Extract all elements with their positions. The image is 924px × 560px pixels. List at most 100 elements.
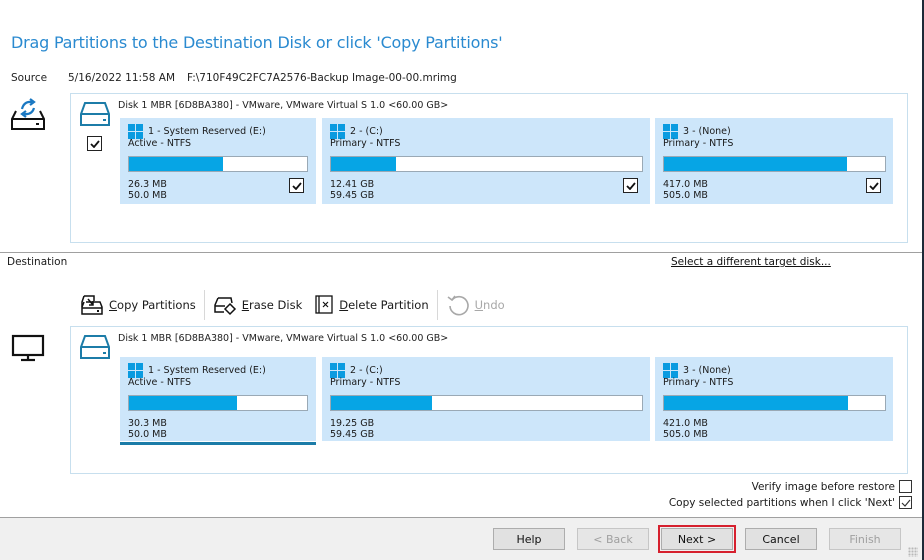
toolbar-separator xyxy=(203,290,205,320)
source-label: Source xyxy=(11,72,48,84)
check-icon xyxy=(901,499,910,507)
partition-checkbox[interactable] xyxy=(623,178,638,193)
verify-image-label: Verify image before restore xyxy=(751,480,895,493)
source-partition-1[interactable]: 1 - System Reserved (E:) Active - NTFS 2… xyxy=(120,118,316,204)
partition-name: 3 - (None) xyxy=(683,365,731,376)
destination-disk-panel: Disk 1 MBR [6D8BA380] - VMware, VMware V… xyxy=(70,326,908,474)
erase-disk-label: Erase Disk xyxy=(241,298,303,312)
partition-total: 59.45 GB xyxy=(330,190,375,201)
windows-icon xyxy=(330,124,345,139)
source-disk-header: Disk 1 MBR [6D8BA380] - VMware, VMware V… xyxy=(118,100,449,111)
windows-icon xyxy=(128,363,143,378)
destination-partition-2[interactable]: 2 - (C:) Primary - NTFS 19.25 GB 59.45 GB xyxy=(322,357,650,441)
partition-checkbox[interactable] xyxy=(866,178,881,193)
hard-disk-icon xyxy=(79,100,111,131)
destination-disk-header: Disk 1 MBR [6D8BA380] - VMware, VMware V… xyxy=(118,333,449,344)
check-icon xyxy=(625,181,636,190)
finish-button[interactable]: Finish xyxy=(829,528,901,550)
delete-partition-button[interactable]: Delete Partition xyxy=(308,289,434,321)
usage-fill xyxy=(664,396,849,410)
delete-partition-icon xyxy=(315,295,333,314)
usage-fill xyxy=(129,157,223,171)
windows-icon xyxy=(330,363,345,378)
restore-image-icon xyxy=(10,97,46,134)
partition-usage-bar xyxy=(128,156,308,172)
partition-total: 505.0 MB xyxy=(663,429,708,440)
destination-partition-1[interactable]: 1 - System Reserved (E:) Active - NTFS 3… xyxy=(120,357,316,445)
next-button[interactable]: Next > xyxy=(658,525,736,553)
usage-fill xyxy=(664,157,847,171)
destination-partition-3[interactable]: 3 - (None) Primary - NTFS 421.0 MB 505.0 … xyxy=(655,357,893,441)
copy-selected-checkbox[interactable] xyxy=(899,496,912,509)
windows-icon xyxy=(663,124,678,139)
check-icon xyxy=(89,139,100,148)
source-datetime: 5/16/2022 11:58 AM xyxy=(68,72,176,84)
help-button[interactable]: Help xyxy=(493,528,565,550)
usage-fill xyxy=(331,157,396,171)
verify-image-checkbox[interactable] xyxy=(899,480,912,493)
section-divider xyxy=(0,252,922,253)
source-path: F:\710F49C2FC7A2576-Backup Image-00-00.m… xyxy=(187,72,457,84)
partition-checkbox[interactable] xyxy=(289,178,304,193)
back-button[interactable]: < Back xyxy=(577,528,649,550)
windows-icon xyxy=(128,124,143,139)
partition-used: 417.0 MB xyxy=(663,179,708,190)
wizard-footer: Help < Back Next > Cancel Finish xyxy=(0,517,922,560)
partition-usage-bar xyxy=(330,395,643,411)
partition-used: 30.3 MB xyxy=(128,418,167,429)
cancel-button[interactable]: Cancel xyxy=(745,528,817,550)
destination-toolbar: Copy Partitions Erase Disk Delete Partit… xyxy=(74,289,511,321)
verify-image-option: Verify image before restore xyxy=(752,480,912,493)
undo-icon xyxy=(447,295,469,316)
undo-button[interactable]: Undo xyxy=(440,289,511,321)
usage-fill xyxy=(129,396,237,410)
partition-type: Primary - NTFS xyxy=(330,377,401,388)
copy-partitions-icon xyxy=(81,295,103,315)
delete-partition-label: Delete Partition xyxy=(339,298,429,312)
source-disk-checkbox[interactable] xyxy=(87,136,102,151)
partition-type: Primary - NTFS xyxy=(663,377,734,388)
partition-type: Primary - NTFS xyxy=(330,138,401,149)
partition-usage-bar xyxy=(128,395,308,411)
erase-disk-button[interactable]: Erase Disk xyxy=(207,289,308,321)
check-icon xyxy=(291,181,302,190)
partition-usage-bar xyxy=(663,156,886,172)
source-disk-panel: Disk 1 MBR [6D8BA380] - VMware, VMware V… xyxy=(70,93,908,243)
computer-monitor-icon xyxy=(11,334,45,365)
partition-used: 19.25 GB xyxy=(330,418,375,429)
usage-fill xyxy=(331,396,432,410)
partition-name: 1 - System Reserved (E:) xyxy=(148,126,266,137)
windows-icon xyxy=(663,363,678,378)
partition-used: 12.41 GB xyxy=(330,179,375,190)
partition-type: Active - NTFS xyxy=(128,377,192,388)
partition-total: 50.0 MB xyxy=(128,190,167,201)
copy-selected-option: Copy selected partitions when I click 'N… xyxy=(669,496,912,509)
resize-grip[interactable] xyxy=(908,547,918,557)
erase-disk-icon xyxy=(214,297,236,316)
copy-selected-label: Copy selected partitions when I click 'N… xyxy=(668,496,895,509)
partition-type: Active - NTFS xyxy=(128,138,192,149)
source-partition-2[interactable]: 2 - (C:) Primary - NTFS 12.41 GB 59.45 GB xyxy=(322,118,650,204)
partition-total: 505.0 MB xyxy=(663,190,708,201)
partition-used: 421.0 MB xyxy=(663,418,708,429)
partition-usage-bar xyxy=(330,156,643,172)
partition-used: 26.3 MB xyxy=(128,179,167,190)
selection-indicator xyxy=(120,442,316,445)
partition-usage-bar xyxy=(663,395,886,411)
undo-label: Undo xyxy=(474,298,505,312)
copy-partitions-button[interactable]: Copy Partitions xyxy=(74,289,202,321)
source-partition-3[interactable]: 3 - (None) Primary - NTFS 417.0 MB 505.0 … xyxy=(655,118,893,204)
partition-type: Primary - NTFS xyxy=(663,138,734,149)
toolbar-separator xyxy=(436,290,438,320)
partition-name: 2 - (C:) xyxy=(350,365,383,376)
copy-partitions-label: Copy Partitions xyxy=(109,298,196,312)
page-title: Drag Partitions to the Destination Disk … xyxy=(11,33,503,52)
partition-name: 2 - (C:) xyxy=(350,126,383,137)
partition-name: 3 - (None) xyxy=(683,126,731,137)
hard-disk-icon xyxy=(79,333,111,364)
partition-name: 1 - System Reserved (E:) xyxy=(148,365,266,376)
check-icon xyxy=(868,181,879,190)
partition-total: 59.45 GB xyxy=(330,429,375,440)
select-target-disk-link[interactable]: Select a different target disk... xyxy=(671,256,831,268)
destination-label: Destination xyxy=(7,256,68,268)
